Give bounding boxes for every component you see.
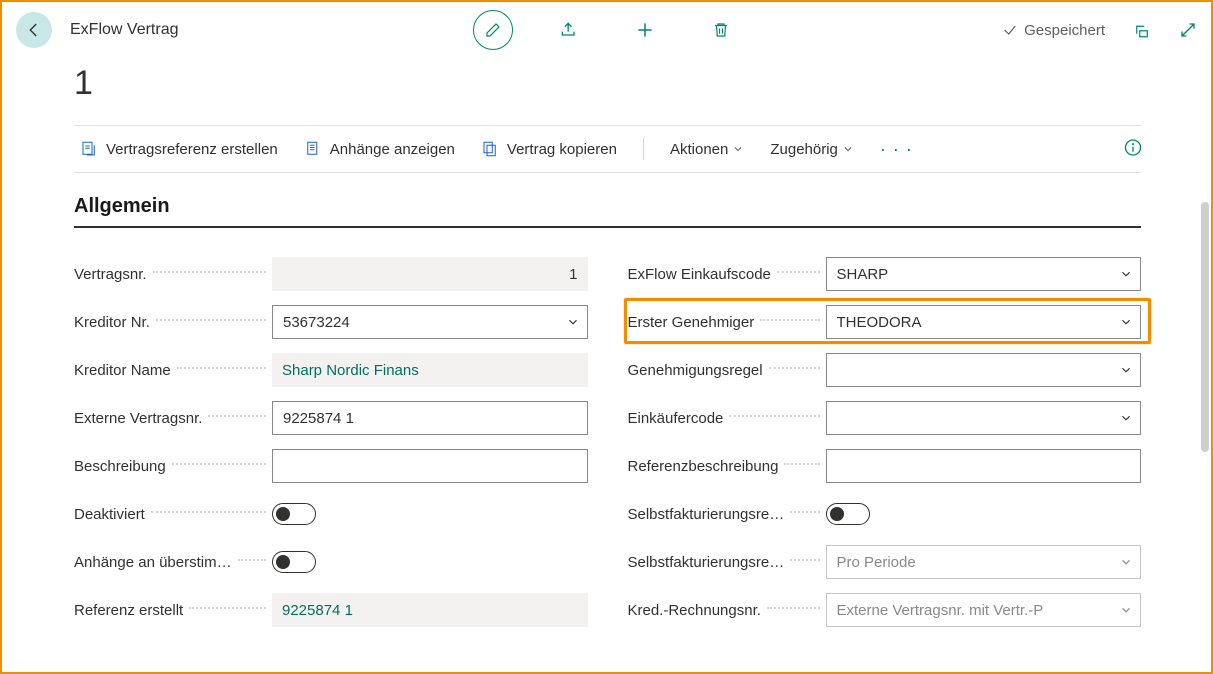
check-icon bbox=[1002, 22, 1018, 38]
einkaeufercode-input[interactable] bbox=[826, 401, 1142, 435]
chevron-down-icon bbox=[732, 143, 744, 155]
row-anhaenge-ueberstim: Anhänge an überstim… bbox=[74, 538, 588, 586]
kreditor-nr-input[interactable] bbox=[272, 305, 588, 339]
back-arrow-icon bbox=[25, 21, 43, 39]
label: Selbstfakturierungsre… bbox=[628, 554, 785, 571]
saved-label: Gespeichert bbox=[1024, 22, 1105, 39]
label: Anhänge an überstim… bbox=[74, 554, 232, 571]
genehmigungsregel-input[interactable] bbox=[826, 353, 1142, 387]
page-type: ExFlow Vertrag bbox=[70, 21, 178, 39]
label: Genehmigungsregel bbox=[628, 362, 763, 379]
saved-indicator: Gespeichert bbox=[1002, 22, 1105, 39]
right-column: ExFlow Einkaufscode Erster Genehmiger bbox=[628, 250, 1142, 634]
show-attachments-action[interactable]: Anhänge anzeigen bbox=[304, 140, 455, 158]
document-link-icon bbox=[80, 140, 98, 158]
beschreibung-input[interactable] bbox=[272, 449, 588, 483]
section-heading: Allgemein bbox=[74, 195, 1141, 228]
erster-genehmiger-input[interactable] bbox=[826, 305, 1142, 339]
label: Referenz erstellt bbox=[74, 602, 183, 619]
edit-button[interactable] bbox=[473, 10, 513, 50]
vertragsnr-value: 1 bbox=[272, 257, 588, 291]
copy-icon bbox=[481, 140, 499, 158]
row-selbstfakt-re2: Selbstfakturierungsre… bbox=[628, 538, 1142, 586]
action-bar: Vertragsreferenz erstellen Anhänge anzei… bbox=[74, 125, 1151, 173]
label: ExFlow Einkaufscode bbox=[628, 266, 771, 283]
row-erster-genehmiger: Erster Genehmiger bbox=[628, 298, 1142, 346]
create-reference-action[interactable]: Vertragsreferenz erstellen bbox=[80, 140, 278, 158]
action-label: Vertragsreferenz erstellen bbox=[106, 141, 278, 158]
label: Deaktiviert bbox=[74, 506, 145, 523]
row-kreditor-nr: Kreditor Nr. bbox=[74, 298, 588, 346]
label: Externe Vertragsnr. bbox=[74, 410, 202, 427]
header-right: Gespeichert bbox=[1002, 10, 1197, 50]
menu-label: Zugehörig bbox=[770, 141, 838, 158]
exflow-ekcode-input[interactable] bbox=[826, 257, 1142, 291]
header: ExFlow Vertrag Gespeichert bbox=[2, 2, 1211, 58]
left-column: Vertragsnr. 1 Kreditor Nr. Kreditor Name bbox=[74, 250, 588, 634]
info-button[interactable] bbox=[1123, 138, 1143, 161]
chevron-down-icon bbox=[842, 143, 854, 155]
anh-ueberstim-toggle[interactable] bbox=[272, 551, 316, 573]
attachment-icon bbox=[304, 140, 322, 158]
content: 1 Vertragsreferenz erstellen Anhänge anz… bbox=[2, 64, 1211, 634]
referenz-erstellt-value[interactable]: 9225874 1 bbox=[272, 593, 588, 627]
row-ext-vertragsnr: Externe Vertragsnr. bbox=[74, 394, 588, 442]
label: Selbstfakturierungsre… bbox=[628, 506, 785, 523]
row-vertragsnr: Vertragsnr. 1 bbox=[74, 250, 588, 298]
fullscreen-button[interactable] bbox=[1179, 10, 1197, 50]
ext-vertragsnr-input[interactable] bbox=[272, 401, 588, 435]
form-area: Vertragsnr. 1 Kreditor Nr. Kreditor Name bbox=[74, 250, 1141, 634]
row-referenz-erstellt: Referenz erstellt 9225874 1 bbox=[74, 586, 588, 634]
delete-button[interactable] bbox=[701, 10, 741, 50]
row-selbstfakt-re1: Selbstfakturierungsre… bbox=[628, 490, 1142, 538]
scrollbar[interactable] bbox=[1201, 202, 1209, 452]
label: Referenzbeschreibung bbox=[628, 458, 779, 475]
kred-rechnungsnr-input[interactable] bbox=[826, 593, 1142, 627]
selbstfakt-toggle[interactable] bbox=[826, 503, 870, 525]
trash-icon bbox=[712, 20, 730, 40]
kreditor-name-value[interactable]: Sharp Nordic Finans bbox=[272, 353, 588, 387]
label: Beschreibung bbox=[74, 458, 166, 475]
info-icon bbox=[1123, 138, 1143, 158]
pencil-icon bbox=[484, 21, 502, 39]
share-icon bbox=[559, 20, 579, 40]
row-deaktiviert: Deaktiviert bbox=[74, 490, 588, 538]
label: Einkäufercode bbox=[628, 410, 724, 427]
separator bbox=[643, 138, 644, 160]
action-label: Vertrag kopieren bbox=[507, 141, 617, 158]
more-actions[interactable]: · · · bbox=[880, 139, 913, 160]
row-genehmigungsregel: Genehmigungsregel bbox=[628, 346, 1142, 394]
popout-icon bbox=[1133, 21, 1151, 39]
label: Kreditor Name bbox=[74, 362, 171, 379]
menu-label: Aktionen bbox=[670, 141, 728, 158]
related-menu[interactable]: Zugehörig bbox=[770, 141, 854, 158]
share-button[interactable] bbox=[549, 10, 589, 50]
back-button[interactable] bbox=[16, 12, 52, 48]
copy-contract-action[interactable]: Vertrag kopieren bbox=[481, 140, 617, 158]
expand-icon bbox=[1179, 21, 1197, 39]
row-exflow-einkaufscode: ExFlow Einkaufscode bbox=[628, 250, 1142, 298]
label: Kreditor Nr. bbox=[74, 314, 150, 331]
row-einkaeufercode: Einkäufercode bbox=[628, 394, 1142, 442]
label: Kred.-Rechnungsnr. bbox=[628, 602, 761, 619]
label: Vertragsnr. bbox=[74, 266, 147, 283]
referenzbeschreibung-input[interactable] bbox=[826, 449, 1142, 483]
selbstfakt-periode-input[interactable] bbox=[826, 545, 1142, 579]
row-kreditor-name: Kreditor Name Sharp Nordic Finans bbox=[74, 346, 588, 394]
actions-menu[interactable]: Aktionen bbox=[670, 141, 744, 158]
row-referenzbeschreibung: Referenzbeschreibung bbox=[628, 442, 1142, 490]
popout-button[interactable] bbox=[1133, 10, 1151, 50]
page-title: 1 bbox=[74, 64, 1151, 103]
row-beschreibung: Beschreibung bbox=[74, 442, 588, 490]
new-button[interactable] bbox=[625, 10, 665, 50]
plus-icon bbox=[635, 20, 655, 40]
deaktiviert-toggle[interactable] bbox=[272, 503, 316, 525]
label: Erster Genehmiger bbox=[628, 314, 755, 331]
row-kred-rechnungsnr: Kred.-Rechnungsnr. bbox=[628, 586, 1142, 634]
action-label: Anhänge anzeigen bbox=[330, 141, 455, 158]
page-root: ExFlow Vertrag Gespeichert bbox=[0, 0, 1213, 674]
